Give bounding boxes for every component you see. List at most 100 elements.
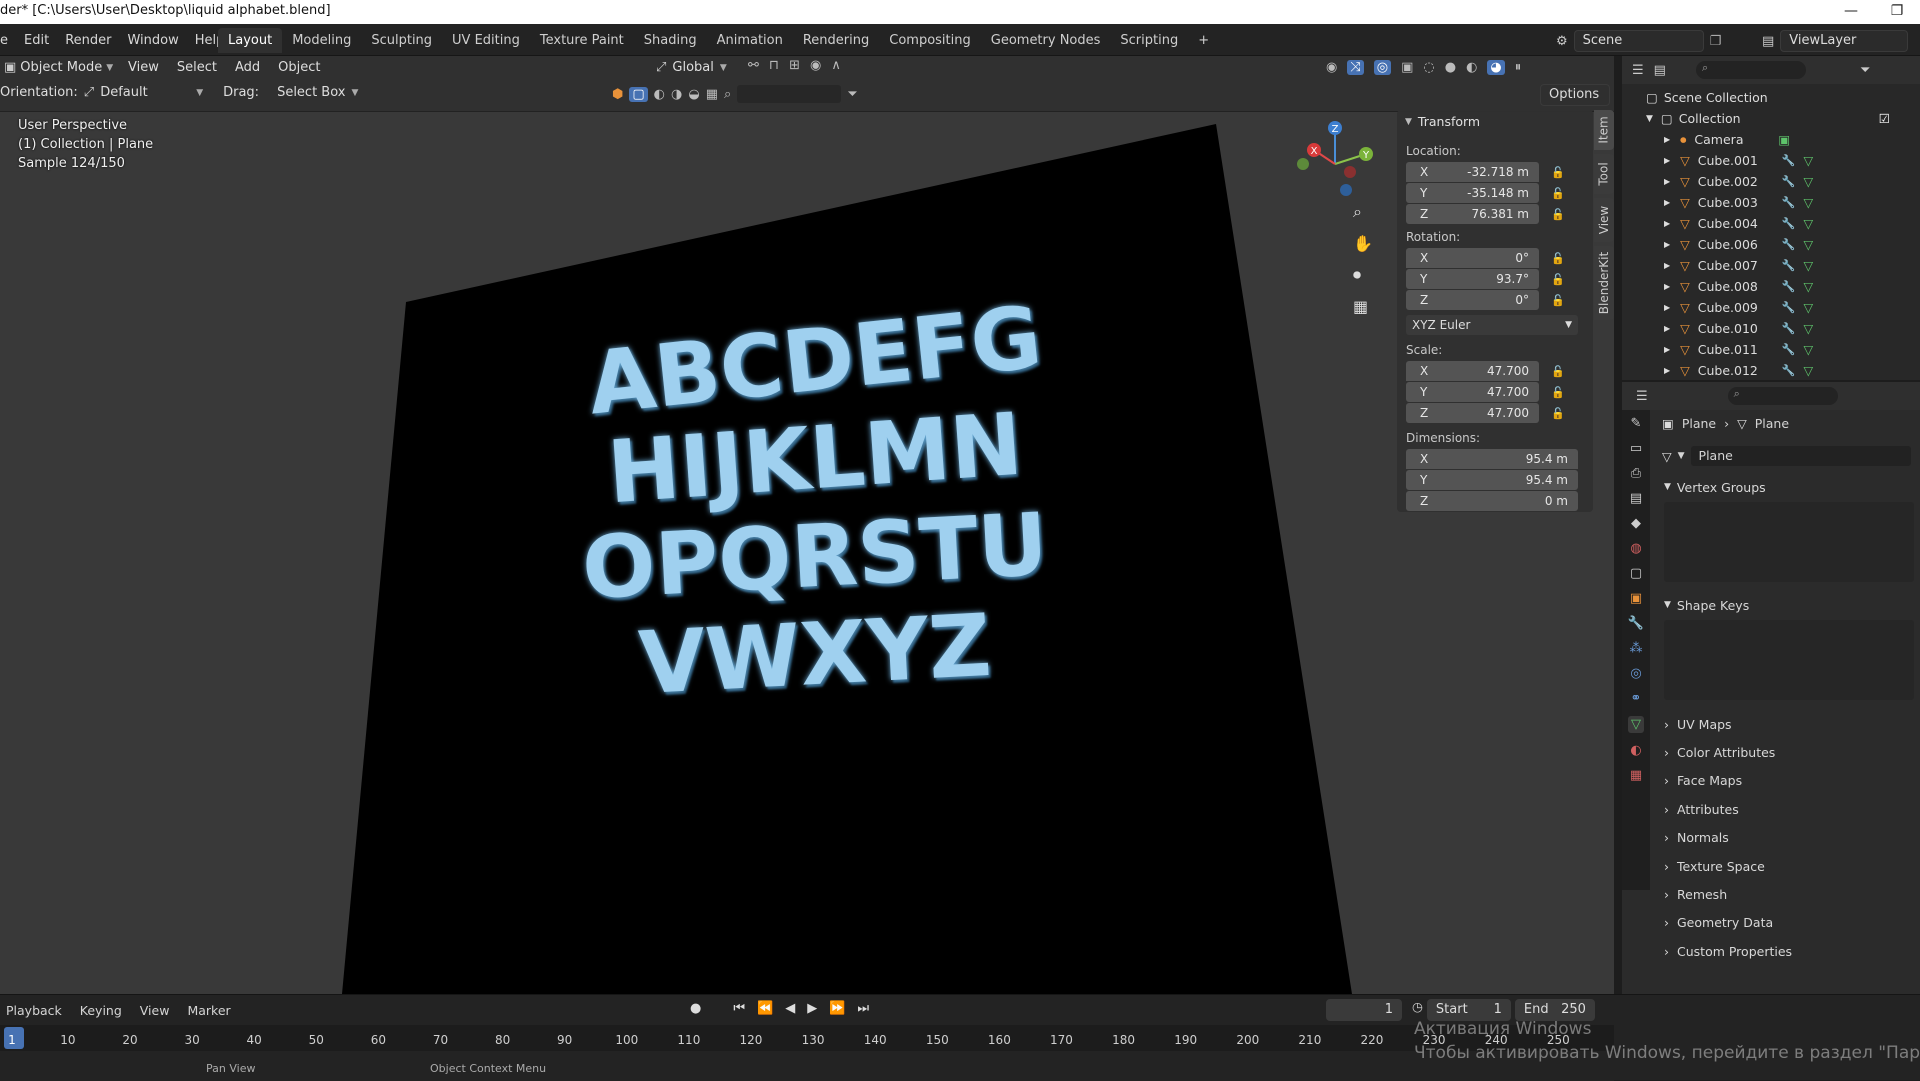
mesh-data-icon[interactable]: ▽ (1803, 342, 1813, 357)
expand-icon[interactable]: ▶ (1664, 345, 1670, 354)
outliner-item[interactable]: ▶ ▽ Cube.008 🔧 ▽ (1646, 276, 1920, 297)
add-workspace-button[interactable]: + (1188, 28, 1219, 53)
properties-search-input[interactable]: ⌕ (1727, 387, 1838, 405)
tab-rendering[interactable]: Rendering (793, 28, 879, 53)
outliner-item[interactable]: ▶ ▽ Cube.003 🔧 ▽ (1646, 192, 1920, 213)
scene-collection-row[interactable]: ▢ Scene Collection (1646, 87, 1920, 108)
expand-icon[interactable]: ▶ (1664, 282, 1670, 291)
new-scene-icon[interactable]: ❐ (1710, 34, 1722, 49)
section-uv-maps[interactable]: › UV Maps (1654, 710, 1920, 738)
collection-tab-icon[interactable]: ▢ (1630, 566, 1642, 581)
record-icon[interactable]: ● (690, 1001, 701, 1016)
mesh-data-icon[interactable]: ▽ (1803, 300, 1813, 315)
dimensions-y-row[interactable]: Y 95.4 m (1406, 470, 1578, 490)
dimensions-z-field[interactable]: 0 m (1545, 494, 1568, 508)
render-tab-icon[interactable]: ▭ (1630, 441, 1642, 456)
menu-render[interactable]: Render (57, 33, 119, 48)
expand-icon[interactable]: ▶ (1664, 219, 1670, 228)
xray-icon[interactable]: ▣ (1401, 60, 1413, 75)
options-dropdown[interactable]: Options (1540, 84, 1610, 106)
mesh-data-icon[interactable]: ▽ (1803, 153, 1813, 168)
viewlayer-selector[interactable]: ▤ ViewLayer (1762, 30, 1909, 52)
tab-texture-paint[interactable]: Texture Paint (530, 28, 634, 53)
dimensions-y-field[interactable]: 95.4 m (1526, 473, 1568, 487)
mesh-data-icon[interactable]: ▽ (1803, 174, 1813, 189)
vertex-groups-list[interactable] (1664, 502, 1914, 582)
lock-icon[interactable]: 🔓 (1551, 208, 1569, 221)
location-z-row[interactable]: Z 76.381 m 🔓 (1406, 204, 1578, 224)
section-geometry-data[interactable]: › Geometry Data (1654, 909, 1920, 937)
mesh-data-icon[interactable]: ▽ (1803, 237, 1813, 252)
tab-sculpting[interactable]: Sculpting (361, 28, 442, 53)
section-shape-keys[interactable]: ▼ Shape Keys (1654, 592, 1920, 618)
lock-icon[interactable]: 🔓 (1551, 294, 1569, 307)
rotation-z-field[interactable]: 0° (1515, 293, 1529, 307)
mode-dropdown[interactable]: Object Mode (20, 60, 102, 75)
header-menu-object[interactable]: Object (278, 60, 320, 75)
collection-row[interactable]: ▼ ▢ Collection ☑ (1646, 108, 1920, 129)
snap-icon[interactable]: ⊓ (769, 58, 779, 73)
drag-dropdown[interactable]: Select Box (277, 85, 345, 100)
tool-tab-icon[interactable]: ✎ (1631, 416, 1642, 431)
tab-geometry-nodes[interactable]: Geometry Nodes (981, 28, 1111, 53)
next-keyframe-icon[interactable]: ⏩ (829, 1001, 845, 1016)
object-tab-icon[interactable]: ▣ (1630, 591, 1642, 606)
data-tab-icon[interactable]: ▽ (1628, 716, 1644, 733)
play-icon[interactable]: ▶ (807, 1001, 817, 1016)
modifier-icon[interactable]: 🔧 (1782, 238, 1796, 251)
expand-icon[interactable]: ▶ (1664, 177, 1670, 186)
jump-start-icon[interactable]: ⏮ (733, 1001, 745, 1016)
search-icon[interactable]: ⌕ (724, 87, 731, 102)
scene-selector[interactable]: ⚙ Scene ❐ (1556, 30, 1721, 52)
timeline-view-menu[interactable]: View (140, 1003, 170, 1018)
modifier-icon[interactable]: 🔧 (1782, 217, 1796, 230)
rotation-x-field[interactable]: 0° (1515, 251, 1529, 265)
orientation-dropdown[interactable]: Global (672, 60, 713, 75)
display-mode-icon[interactable]: ▤ (1654, 63, 1666, 78)
timeline-keying-menu[interactable]: Keying (80, 1003, 122, 1018)
mesh-data-icon[interactable]: ▽ (1803, 363, 1813, 378)
light-filter-icon[interactable]: ◑ (671, 87, 682, 102)
viewlayer-field[interactable]: ViewLayer (1780, 30, 1909, 52)
rotation-x-row[interactable]: X 0° 🔓 (1406, 248, 1578, 268)
filter-search-input[interactable] (737, 85, 842, 103)
tab-view[interactable]: View (1594, 198, 1614, 242)
filter-funnel-icon[interactable]: ⏷ (847, 87, 857, 102)
play-reverse-icon[interactable]: ◀ (785, 1001, 795, 1016)
lock-icon[interactable]: 🔓 (1551, 407, 1569, 420)
mesh-data-icon[interactable]: ▽ (1803, 216, 1813, 231)
menu-file[interactable]: e (0, 33, 16, 48)
other-filter-icon[interactable]: ▦ (706, 87, 718, 102)
lock-icon[interactable]: 🔓 (1551, 166, 1569, 179)
overlays-toggle-icon[interactable]: ◎ (1373, 60, 1392, 75)
checkbox-icon[interactable]: ☑ (1879, 111, 1890, 126)
gizmo-toggle-icon[interactable]: ⤨ (1347, 60, 1364, 75)
particles-tab-icon[interactable]: ⁂ (1630, 641, 1643, 656)
mesh-filter-icon[interactable]: ▢ (629, 86, 648, 102)
3d-viewport[interactable]: ABCDEFG HIJKLMN OPQRSTU VWXYZ Z Y X ⌕ ✋ … (0, 112, 1614, 994)
lock-icon[interactable]: 🔓 (1551, 252, 1569, 265)
section-custom-properties[interactable]: › Custom Properties (1654, 937, 1920, 965)
tab-shading[interactable]: Shading (634, 28, 707, 53)
expand-icon[interactable]: ▶ (1664, 135, 1670, 144)
material-tab-icon[interactable]: ◐ (1630, 743, 1641, 758)
visibility-eye-icon[interactable]: ◉ (1326, 60, 1337, 75)
scale-y-row[interactable]: Y 47.700 🔓 (1406, 382, 1578, 402)
scale-x-row[interactable]: X 47.700 🔓 (1406, 361, 1578, 381)
location-x-field[interactable]: -32.718 m (1467, 165, 1529, 179)
modifier-icon[interactable]: 🔧 (1782, 280, 1796, 293)
section-vertex-groups[interactable]: ▼ Vertex Groups (1654, 474, 1920, 500)
location-y-row[interactable]: Y -35.148 m 🔓 (1406, 183, 1578, 203)
outliner-item[interactable]: ▶ ▽ Cube.011 🔧 ▽ (1646, 339, 1920, 360)
tab-item[interactable]: Item (1594, 110, 1614, 150)
tab-modeling[interactable]: Modeling (282, 28, 361, 53)
outliner-item[interactable]: ▶ ▽ Cube.010 🔧 ▽ (1646, 318, 1920, 339)
modifier-icon[interactable]: 🔧 (1782, 364, 1796, 377)
expand-icon[interactable]: ▶ (1664, 198, 1670, 207)
mode-selector[interactable]: ▣ Object Mode ▼ (4, 60, 113, 75)
modifier-icon[interactable]: 🔧 (1782, 259, 1796, 272)
outliner-item[interactable]: ▶ ▽ Cube.004 🔧 ▽ (1646, 213, 1920, 234)
object-types-icon[interactable]: ⬢ (612, 87, 623, 102)
expand-icon[interactable]: ▼ (1646, 114, 1653, 124)
chevron-down-icon[interactable]: ▼ (1405, 117, 1412, 127)
